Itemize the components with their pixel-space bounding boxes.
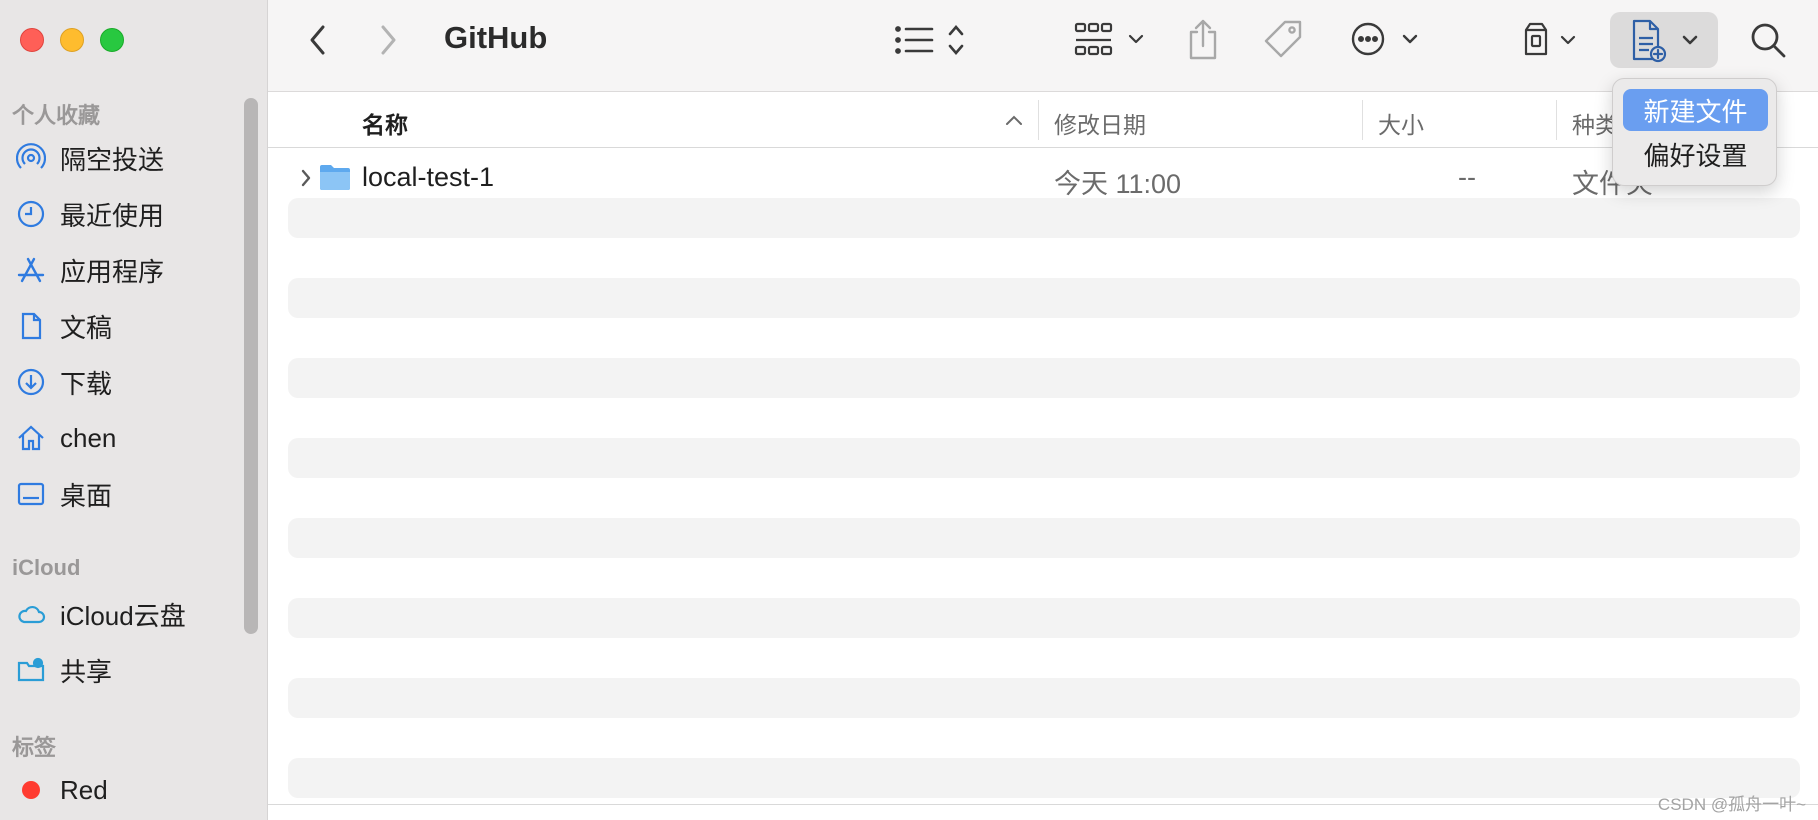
cloud-icon [14, 597, 48, 631]
sidebar-item-label: iCloud云盘 [60, 600, 186, 631]
ellipsis-circle-icon [1351, 22, 1418, 56]
sidebar-item-label: 共享 [60, 656, 113, 687]
empty-row [288, 598, 1800, 638]
file-size: -- [1458, 162, 1476, 192]
desktop-icon [14, 477, 48, 511]
sidebar-item-label: 应用程序 [60, 256, 165, 287]
column-separator [1038, 100, 1039, 140]
group-button[interactable] [1074, 20, 1150, 60]
column-separator [1556, 100, 1557, 140]
sidebar-section-tags: 标签 [12, 735, 57, 760]
chevron-left-icon [310, 25, 325, 55]
sidebar-section-icloud: iCloud [12, 555, 81, 580]
appstore-icon [14, 253, 48, 287]
new-file-dropdown-menu: 新建文件 偏好设置 [1612, 78, 1777, 186]
sidebar-item-label: 隔空投送 [60, 144, 165, 175]
search-button[interactable] [1746, 18, 1790, 62]
chevron-right-icon [301, 169, 311, 187]
column-header: 名称 修改日期 大小 种类 [268, 92, 1818, 148]
empty-row [288, 198, 1800, 238]
view-list-button[interactable] [894, 20, 976, 60]
download-icon [14, 365, 48, 399]
sidebar-item-documents[interactable]: 文稿 [14, 304, 112, 348]
chevron-right-icon [381, 25, 396, 55]
new-file-menu-button[interactable] [1610, 12, 1718, 68]
sidebar-item-downloads[interactable]: 下载 [14, 360, 112, 404]
file-name: local-test-1 [362, 162, 495, 192]
sidebar-item-desktop[interactable]: 桌面 [14, 472, 112, 516]
column-separator [1362, 100, 1363, 140]
sidebar-item-label: 下载 [60, 368, 113, 399]
more-actions-button[interactable] [1348, 18, 1426, 60]
empty-row [288, 358, 1800, 398]
column-modified[interactable]: 修改日期 [1054, 106, 1146, 140]
empty-row [288, 278, 1800, 318]
status-bar [268, 804, 1818, 820]
sidebar-section-favorites: 个人收藏 [12, 103, 101, 128]
sidebar-item-shared[interactable]: 共享 [14, 648, 112, 692]
sidebar-item-label: chen [60, 422, 117, 453]
file-modified: 今天 11:00 [1054, 169, 1182, 199]
sidebar-item-icloud-drive[interactable]: iCloud云盘 [14, 592, 186, 636]
menu-item-new-file[interactable]: 新建文件 [1623, 89, 1768, 131]
grid-group-icon [1074, 22, 1144, 56]
empty-row [288, 678, 1800, 718]
watermark: CSDN @孤舟一叶~ [1657, 795, 1806, 814]
document-icon [14, 309, 48, 343]
shared-folder-icon [14, 653, 48, 687]
new-file-icon [1632, 19, 1698, 63]
sidebar: 个人收藏 隔空投送 最近使用 应用程序 文稿 下载 chen 桌面 iCloud… [0, 0, 268, 820]
folder-icon [318, 162, 352, 192]
tags-button[interactable] [1262, 18, 1304, 60]
sort-ascending-indicator[interactable] [1004, 110, 1024, 130]
sidebar-item-home[interactable]: chen [14, 416, 116, 460]
empty-row [288, 518, 1800, 558]
zoom-window-button[interactable] [100, 28, 124, 52]
search-icon [1751, 23, 1786, 58]
sidebar-item-label: 桌面 [60, 480, 113, 511]
close-window-button[interactable] [20, 28, 44, 52]
file-list: local-test-1 今天 11:00 -- 文件夹 [268, 148, 1818, 804]
sidebar-item-recents[interactable]: 最近使用 [14, 192, 164, 236]
menu-item-preferences[interactable]: 偏好设置 [1623, 133, 1768, 175]
empty-row [288, 758, 1800, 798]
sidebar-item-label: 文稿 [60, 312, 113, 343]
sidebar-item-tag-red[interactable]: Red [14, 768, 108, 812]
empty-row [288, 438, 1800, 478]
tag-icon [1264, 20, 1302, 58]
red-tag-dot-icon [14, 773, 48, 807]
forward-button[interactable] [370, 22, 406, 58]
minimize-window-button[interactable] [60, 28, 84, 52]
window-title: GitHub [444, 20, 548, 55]
sidebar-item-label: 最近使用 [60, 200, 165, 231]
airdrop-icon [14, 141, 48, 175]
home-icon [14, 421, 48, 455]
list-view-icon [895, 25, 964, 55]
sidebar-item-airdrop[interactable]: 隔空投送 [14, 136, 164, 180]
sidebar-scrollbar[interactable] [244, 98, 258, 634]
share-icon [1189, 19, 1217, 60]
toolbar: GitHub [268, 0, 1818, 92]
network-drive-icon [1524, 22, 1576, 56]
sidebar-item-applications[interactable]: 应用程序 [14, 248, 164, 292]
sidebar-item-label: Red [60, 774, 108, 805]
disclosure-triangle[interactable] [298, 166, 314, 190]
chevron-up-icon [1006, 115, 1022, 125]
clock-icon [14, 197, 48, 231]
share-button[interactable] [1186, 16, 1220, 62]
column-size[interactable]: 大小 [1378, 106, 1424, 140]
network-drive-button[interactable] [1520, 20, 1584, 60]
window-controls [20, 28, 124, 52]
table-row[interactable]: local-test-1 今天 11:00 -- 文件夹 [288, 158, 1800, 199]
column-name[interactable]: 名称 [362, 106, 408, 140]
back-button[interactable] [300, 22, 336, 58]
